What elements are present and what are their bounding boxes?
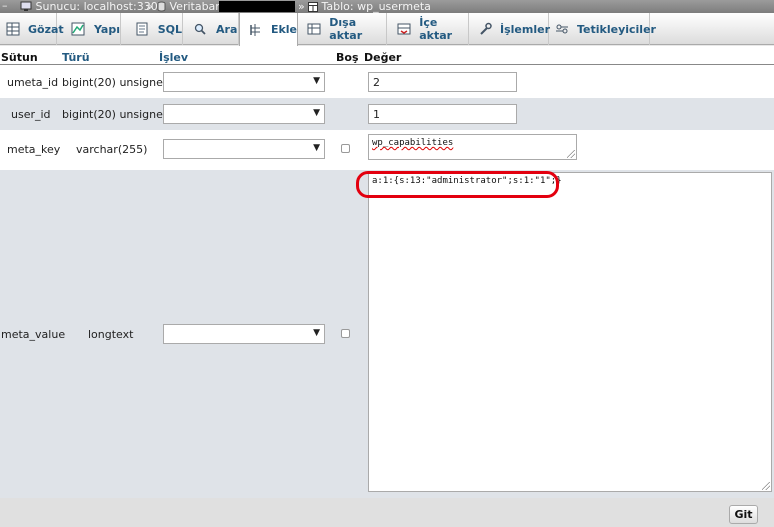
breadcrumb-separator: » xyxy=(146,0,153,13)
null-checkbox[interactable] xyxy=(341,144,350,153)
chevron-down-icon: ▼ xyxy=(313,76,320,86)
tab-structure[interactable]: Yapı xyxy=(58,13,121,45)
function-select[interactable]: ▼ xyxy=(163,139,325,159)
table-row: user_id bigint(20) unsigned ▼ 1 xyxy=(0,98,774,130)
export-icon xyxy=(307,21,321,37)
null-checkbox[interactable] xyxy=(341,329,350,338)
column-name: user_id xyxy=(11,108,51,121)
browse-icon xyxy=(6,21,20,37)
table-icon xyxy=(308,2,318,12)
tab-label: Dışa aktar xyxy=(329,16,363,42)
column-name: meta_value xyxy=(1,328,66,341)
server-icon xyxy=(20,1,32,11)
chevron-down-icon: ▼ xyxy=(313,143,320,153)
tab-bar: Gözat Yapı SQL Ara Ekle Dışa aktar İçe a… xyxy=(0,13,774,46)
tab-label: İçe aktar xyxy=(419,16,453,42)
tab-triggers[interactable]: Tetikleyiciler xyxy=(550,13,656,45)
insert-icon xyxy=(248,22,263,38)
collapse-dash[interactable]: – xyxy=(2,0,8,12)
redacted-database-name xyxy=(219,1,295,12)
chevron-down-icon: ▼ xyxy=(313,108,320,118)
sql-icon xyxy=(134,21,150,37)
tab-label: Ekle xyxy=(270,23,297,36)
function-select[interactable]: ▼ xyxy=(163,104,325,124)
resize-handle[interactable] xyxy=(567,150,575,158)
triggers-icon xyxy=(555,21,569,37)
header-type[interactable]: Türü xyxy=(62,51,90,64)
chevron-down-icon: ▼ xyxy=(313,328,320,338)
column-type: longtext xyxy=(88,328,134,341)
function-select[interactable]: ▼ xyxy=(163,72,325,92)
tab-import[interactable]: İçe aktar xyxy=(388,13,469,45)
header-value: Değer xyxy=(364,51,402,64)
tab-search[interactable]: Ara xyxy=(184,13,239,45)
tab-operations[interactable]: İşlemler xyxy=(470,13,550,45)
column-name: umeta_id xyxy=(7,76,59,89)
table-crumb[interactable]: Tablo: wp_usermeta xyxy=(308,0,431,13)
tab-label: Yapı xyxy=(93,22,120,36)
header-null: Boş xyxy=(336,51,359,64)
breadcrumb-separator: » xyxy=(298,0,305,13)
form-footer xyxy=(0,498,774,527)
value-input[interactable]: 1 xyxy=(368,104,517,124)
structure-icon xyxy=(71,21,86,37)
breadcrumb: – Sunucu: localhost:3306 » Veritabanı: »… xyxy=(0,0,774,13)
column-name: meta_key xyxy=(7,143,61,156)
value-input[interactable]: 2 xyxy=(368,72,517,92)
table-row: umeta_id bigint(20) unsigned ▼ 2 xyxy=(0,65,774,98)
function-select[interactable]: ▼ xyxy=(163,324,325,344)
database-icon xyxy=(157,1,166,12)
tab-label: Ara xyxy=(216,22,238,36)
server-crumb[interactable]: Sunucu: localhost:3306 xyxy=(20,0,165,13)
operations-icon xyxy=(478,21,492,37)
value-textarea[interactable]: wp_capabilities xyxy=(368,134,577,160)
tab-sql[interactable]: SQL xyxy=(122,13,183,45)
header-function[interactable]: İşlev xyxy=(159,51,188,64)
value-text: wp_capabilities xyxy=(372,138,454,148)
table-row: meta_key varchar(255) ▼ wp_capabilities xyxy=(0,130,774,170)
column-type: bigint(20) unsigned xyxy=(62,76,170,89)
column-type: bigint(20) unsigned xyxy=(62,108,170,121)
header-column: Sütun xyxy=(1,51,38,64)
tab-label: Tetikleyiciler xyxy=(577,22,656,36)
go-button[interactable]: Git xyxy=(729,505,758,524)
tab-insert[interactable]: Ekle xyxy=(239,13,298,46)
highlight-annotation xyxy=(356,171,559,198)
table-row: meta_value longtext ▼ a:1:{s:13:"adminis… xyxy=(0,170,774,498)
tab-label: SQL xyxy=(157,22,182,36)
value-textarea[interactable]: a:1:{s:13:"administrator";s:1:"1";} xyxy=(368,172,772,492)
search-icon xyxy=(192,21,208,37)
column-type: varchar(255) xyxy=(76,143,148,156)
tab-label: İşlemler xyxy=(500,22,550,36)
resize-handle[interactable] xyxy=(762,482,770,490)
import-icon xyxy=(397,21,411,37)
tab-browse[interactable]: Gözat xyxy=(0,13,64,45)
tab-export[interactable]: Dışa aktar xyxy=(299,13,387,45)
